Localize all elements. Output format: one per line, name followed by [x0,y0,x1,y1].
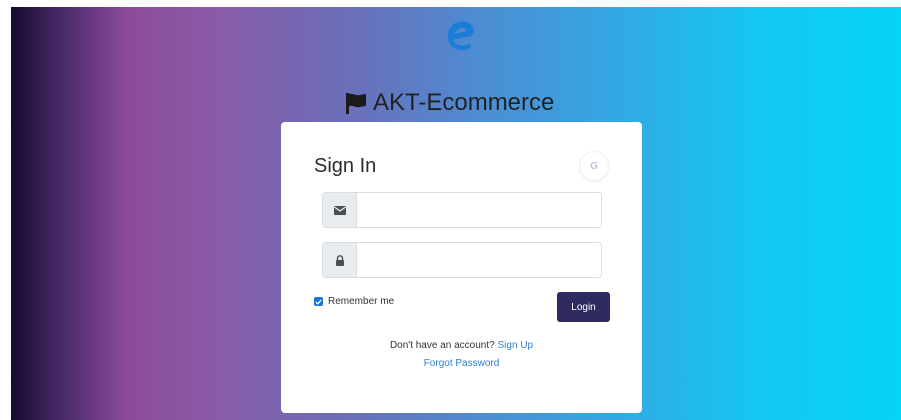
brand-name: AKT-Ecommerce [373,89,555,116]
remember-me[interactable]: Remember me [314,296,394,307]
google-icon: G [590,160,598,172]
signin-title: Sign In [314,155,377,177]
google-signin-button[interactable]: G [579,151,609,181]
no-account-text: Don't have an account? [389,340,495,351]
signup-prompt: Don't have an account? Sign Up [281,340,642,351]
email-addon [323,193,357,227]
email-field [322,192,602,228]
password-input[interactable] [357,243,601,277]
lock-icon [335,254,344,266]
flag-icon [346,93,366,114]
forgot-password-link[interactable]: Forgot Password [424,358,500,369]
login-button[interactable]: Login [557,292,610,322]
signup-link[interactable]: Sign Up [497,340,533,351]
forgot-password-row: Forgot Password [281,358,642,369]
password-field [322,242,602,278]
brand-title: AKT-Ecommerce [345,88,554,118]
e-logo-icon [447,21,474,51]
remember-checkbox[interactable] [314,297,323,306]
remember-label: Remember me [328,296,395,307]
password-addon [323,243,357,277]
envelope-icon [333,205,346,215]
signin-card: Sign In G Remember me Login Don't have a… [281,122,642,413]
email-input[interactable] [357,193,601,227]
check-icon [315,299,322,305]
